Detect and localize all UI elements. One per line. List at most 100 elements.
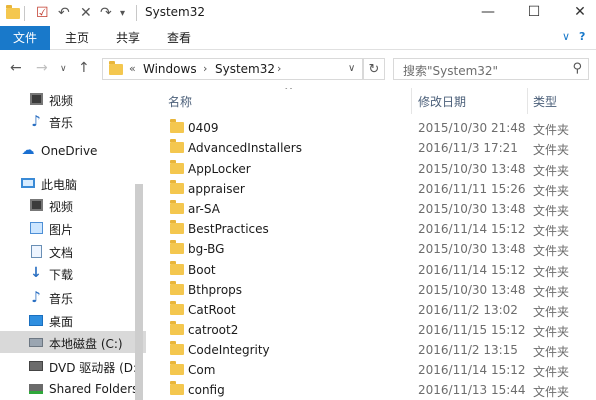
file-type: 文件夹	[533, 265, 570, 279]
breadcrumb-windows[interactable]: Windows	[143, 62, 197, 76]
file-name: ar-SA	[188, 202, 220, 216]
sidebar-item-music[interactable]: ♪ 音乐	[0, 110, 146, 132]
sidebar-item-label: 此电脑	[41, 178, 78, 192]
file-row[interactable]: AppLocker 2015/10/30 13:48 文件夹	[152, 159, 596, 179]
file-row[interactable]: Com 2016/11/14 15:12 文件夹	[152, 360, 596, 380]
refresh-button[interactable]: ↻	[363, 58, 385, 80]
redo-icon[interactable]: ↷	[100, 6, 112, 21]
folder-icon	[170, 301, 184, 315]
folder-icon	[170, 240, 184, 254]
file-row[interactable]: BestPractices 2016/11/14 15:12 文件夹	[152, 219, 596, 239]
forward-arrow-icon[interactable]: →	[36, 60, 48, 76]
address-bar[interactable]: « Windows › System32 › ∨	[102, 58, 363, 80]
breadcrumb-separator[interactable]: ›	[277, 62, 281, 75]
file-name: config	[188, 383, 225, 397]
breadcrumb-system32[interactable]: System32	[215, 62, 275, 76]
refresh-icon: ↻	[368, 61, 380, 77]
undo-icon[interactable]: ↶	[58, 6, 70, 21]
file-row[interactable]: catroot2 2016/11/15 15:12 文件夹	[152, 320, 596, 340]
tab-file[interactable]: 文件	[0, 26, 50, 50]
sidebar-item-desktop[interactable]: 桌面	[0, 309, 146, 331]
close-button[interactable]: ✕	[562, 0, 596, 24]
ribbon-tabs: 文件 主页 共享 查看 ∨ ?	[0, 26, 596, 50]
help-icon[interactable]: ?	[579, 30, 585, 43]
file-name: BestPractices	[188, 222, 269, 236]
title-divider	[136, 5, 137, 21]
sidebar-item-local-disk[interactable]: 本地磁盘 (C:)	[0, 331, 146, 353]
sidebar-item-label: 音乐	[49, 292, 74, 306]
file-row[interactable]: Boot 2016/11/14 15:12 文件夹	[152, 260, 596, 280]
tab-share[interactable]: 共享	[105, 26, 151, 50]
file-modified: 2016/11/14 15:12	[418, 363, 526, 377]
sidebar-item-shared-folders[interactable]: Shared Folders	[0, 378, 146, 400]
column-header-modified[interactable]: 修改日期	[418, 93, 466, 110]
file-name: Boot	[188, 263, 216, 277]
file-modified: 2016/11/14 15:12	[418, 222, 526, 236]
file-modified: 2016/11/2 13:02	[418, 303, 518, 317]
file-row[interactable]: bg-BG 2015/10/30 13:48 文件夹	[152, 239, 596, 259]
file-row[interactable]: 0409 2015/10/30 21:48 文件夹	[152, 118, 596, 138]
file-type: 文件夹	[533, 244, 570, 258]
file-modified: 2016/11/15 15:12	[418, 323, 526, 337]
sidebar-item-documents[interactable]: 文档	[0, 240, 146, 262]
sidebar-item-downloads[interactable]: ↓ 下载	[0, 262, 146, 284]
sidebar-item-music[interactable]: ♪ 音乐	[0, 286, 146, 308]
documents-icon	[29, 244, 43, 258]
sidebar-item-this-pc[interactable]: 此电脑	[0, 172, 146, 194]
title-bar: ☑ ↶ ✕ ↷ ▾ System32 — ☐ ✕	[0, 0, 596, 26]
folder-icon	[170, 220, 184, 234]
sidebar-item-videos[interactable]: 视频	[0, 88, 146, 110]
sidebar-item-label: DVD 驱动器 (D:	[49, 361, 138, 375]
up-arrow-icon[interactable]: ↑	[78, 60, 90, 76]
sidebar-item-pictures[interactable]: 图片	[0, 217, 146, 239]
search-placeholder: 搜索"System32"	[403, 64, 499, 78]
file-row[interactable]: CatRoot 2016/11/2 13:02 文件夹	[152, 300, 596, 320]
file-row[interactable]: appraiser 2016/11/11 15:26 文件夹	[152, 179, 596, 199]
sidebar-item-label: 图片	[49, 223, 74, 237]
navigation-pane: 视频 ♪ 音乐 ☁ OneDrive 此电脑 视频 图片 文档 ↓ 下载 ♪ 音…	[0, 88, 146, 400]
tab-home[interactable]: 主页	[54, 26, 100, 50]
file-row[interactable]: CodeIntegrity 2016/11/2 13:15 文件夹	[152, 340, 596, 360]
tab-view[interactable]: 查看	[156, 26, 202, 50]
file-row[interactable]: config 2016/11/13 15:44 文件夹	[152, 380, 596, 400]
folder-icon	[170, 341, 184, 355]
back-arrow-icon[interactable]: ←	[10, 60, 22, 76]
sidebar-item-onedrive[interactable]: ☁ OneDrive	[0, 140, 146, 162]
address-dropdown-icon[interactable]: ∨	[348, 63, 355, 74]
folder-icon	[170, 281, 184, 295]
file-modified: 2016/11/14 15:12	[418, 263, 526, 277]
column-divider[interactable]	[411, 88, 412, 114]
sidebar-scrollbar[interactable]	[135, 184, 143, 400]
file-row[interactable]: ar-SA 2015/10/30 13:48 文件夹	[152, 199, 596, 219]
file-type: 文件夹	[533, 143, 570, 157]
column-header: ^ 名称 修改日期 类型	[152, 88, 596, 114]
properties-icon[interactable]: ☑	[36, 6, 49, 21]
qat-dropdown-icon[interactable]: ▾	[120, 6, 125, 21]
file-name: AdvancedInstallers	[188, 141, 302, 155]
file-type: 文件夹	[533, 164, 570, 178]
address-overflow[interactable]: «	[129, 62, 136, 75]
minimize-button[interactable]: —	[470, 0, 506, 24]
delete-icon[interactable]: ✕	[80, 6, 92, 21]
sidebar-item-dvd-drive[interactable]: DVD 驱动器 (D:	[0, 355, 146, 377]
file-row[interactable]: AdvancedInstallers 2016/11/3 17:21 文件夹	[152, 138, 596, 158]
column-divider[interactable]	[527, 88, 528, 114]
file-modified: 2015/10/30 13:48	[418, 283, 526, 297]
file-name: bg-BG	[188, 242, 225, 256]
qat-divider	[24, 6, 25, 21]
file-modified: 2015/10/30 13:48	[418, 202, 526, 216]
folder-icon	[170, 139, 184, 153]
maximize-button[interactable]: ☐	[516, 0, 552, 24]
breadcrumb-separator[interactable]: ›	[203, 62, 207, 75]
column-header-type[interactable]: 类型	[533, 93, 557, 110]
search-icon[interactable]: ⚲	[572, 61, 582, 76]
file-modified: 2015/10/30 21:48	[418, 121, 526, 135]
search-box[interactable]: 搜索"System32" ⚲	[393, 58, 589, 80]
sidebar-item-videos[interactable]: 视频	[0, 194, 146, 216]
file-row[interactable]: Bthprops 2015/10/30 13:48 文件夹	[152, 280, 596, 300]
ribbon-collapse-icon[interactable]: ∨	[562, 30, 570, 43]
column-header-name[interactable]: 名称	[168, 93, 192, 110]
this-pc-icon	[21, 176, 35, 190]
file-name: CodeIntegrity	[188, 343, 270, 357]
recent-locations-icon[interactable]: ∨	[60, 64, 67, 74]
